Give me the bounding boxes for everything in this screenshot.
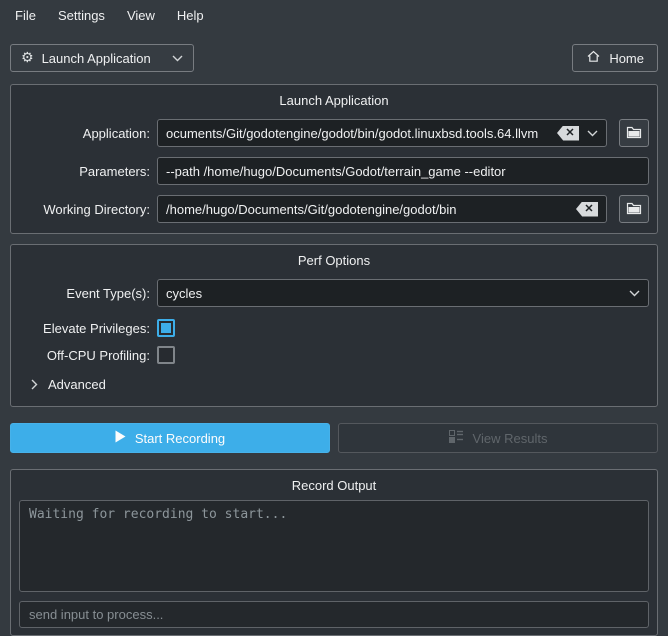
working-directory-input[interactable]: /home/hugo/Documents/Git/godotengine/god… xyxy=(157,195,607,223)
application-row: Application: ocuments/Git/godotengine/go… xyxy=(19,119,649,147)
working-directory-value: /home/hugo/Documents/Git/godotengine/god… xyxy=(166,202,570,217)
offcpu-profiling-row: Off-CPU Profiling: xyxy=(19,346,649,364)
application-label: Application: xyxy=(19,126,150,141)
parameters-label: Parameters: xyxy=(19,164,150,179)
application-combobox[interactable]: ocuments/Git/godotengine/godot/bin/godot… xyxy=(157,119,607,147)
application-value: ocuments/Git/godotengine/godot/bin/godot… xyxy=(166,126,551,141)
working-directory-label: Working Directory: xyxy=(19,202,150,217)
perf-group-title: Perf Options xyxy=(19,249,649,275)
record-output-group: Record Output Waiting for recording to s… xyxy=(10,469,658,636)
menu-file[interactable]: File xyxy=(4,3,47,28)
working-directory-row: Working Directory: /home/hugo/Documents/… xyxy=(19,195,649,223)
elevate-privileges-row: Elevate Privileges: xyxy=(19,319,649,337)
toolbar: ⚙ Launch Application Home xyxy=(10,44,658,72)
event-types-label: Event Type(s): xyxy=(19,286,150,301)
working-directory-browse-button[interactable] xyxy=(619,195,649,223)
record-output-title: Record Output xyxy=(19,474,649,500)
home-icon xyxy=(586,49,601,67)
perf-options-group: Perf Options Event Type(s): cycles Eleva… xyxy=(10,244,658,407)
view-results-icon xyxy=(449,430,464,446)
parameters-row: Parameters: --path /home/hugo/Documents/… xyxy=(19,157,649,185)
menu-help[interactable]: Help xyxy=(166,3,215,28)
menu-view[interactable]: View xyxy=(116,3,166,28)
chevron-down-icon xyxy=(172,55,183,62)
event-types-row: Event Type(s): cycles xyxy=(19,279,649,307)
parameters-value: --path /home/hugo/Documents/Godot/terrai… xyxy=(166,164,640,179)
start-recording-label: Start Recording xyxy=(135,431,225,446)
send-input-field[interactable] xyxy=(19,601,649,628)
offcpu-profiling-checkbox[interactable] xyxy=(157,346,175,364)
console-text: Waiting for recording to start... xyxy=(29,507,287,522)
clear-text-icon[interactable]: ✕ xyxy=(557,126,579,141)
chevron-right-icon xyxy=(31,379,38,390)
home-button[interactable]: Home xyxy=(572,44,658,72)
chevron-down-icon[interactable] xyxy=(587,130,598,137)
record-output-console[interactable]: Waiting for recording to start... xyxy=(19,500,649,592)
launch-group-title: Launch Application xyxy=(19,89,649,115)
event-types-value: cycles xyxy=(166,286,621,301)
menubar: File Settings View Help xyxy=(0,0,668,30)
view-results-button[interactable]: View Results xyxy=(338,423,658,453)
home-button-label: Home xyxy=(609,51,644,66)
parameters-input[interactable]: --path /home/hugo/Documents/Godot/terrai… xyxy=(157,157,649,185)
clear-text-icon[interactable]: ✕ xyxy=(576,202,598,217)
event-types-combobox[interactable]: cycles xyxy=(157,279,649,307)
launch-config-dropdown[interactable]: ⚙ Launch Application xyxy=(10,44,194,72)
advanced-expander[interactable]: Advanced xyxy=(19,376,649,393)
chevron-down-icon[interactable] xyxy=(629,290,640,297)
menu-settings[interactable]: Settings xyxy=(47,3,116,28)
advanced-label: Advanced xyxy=(48,377,106,392)
actions-row: Start Recording View Results xyxy=(10,423,658,453)
play-icon xyxy=(115,430,126,446)
view-results-label: View Results xyxy=(473,431,548,446)
launch-application-group: Launch Application Application: ocuments… xyxy=(10,84,658,234)
folder-icon xyxy=(626,125,642,142)
elevate-privileges-checkbox[interactable] xyxy=(157,319,175,337)
folder-icon xyxy=(626,201,642,218)
gear-icon: ⚙ xyxy=(21,51,34,65)
launch-config-label: Launch Application xyxy=(42,51,151,66)
offcpu-profiling-label: Off-CPU Profiling: xyxy=(19,348,150,363)
application-browse-button[interactable] xyxy=(619,119,649,147)
start-recording-button[interactable]: Start Recording xyxy=(10,423,330,453)
elevate-privileges-label: Elevate Privileges: xyxy=(19,321,150,336)
